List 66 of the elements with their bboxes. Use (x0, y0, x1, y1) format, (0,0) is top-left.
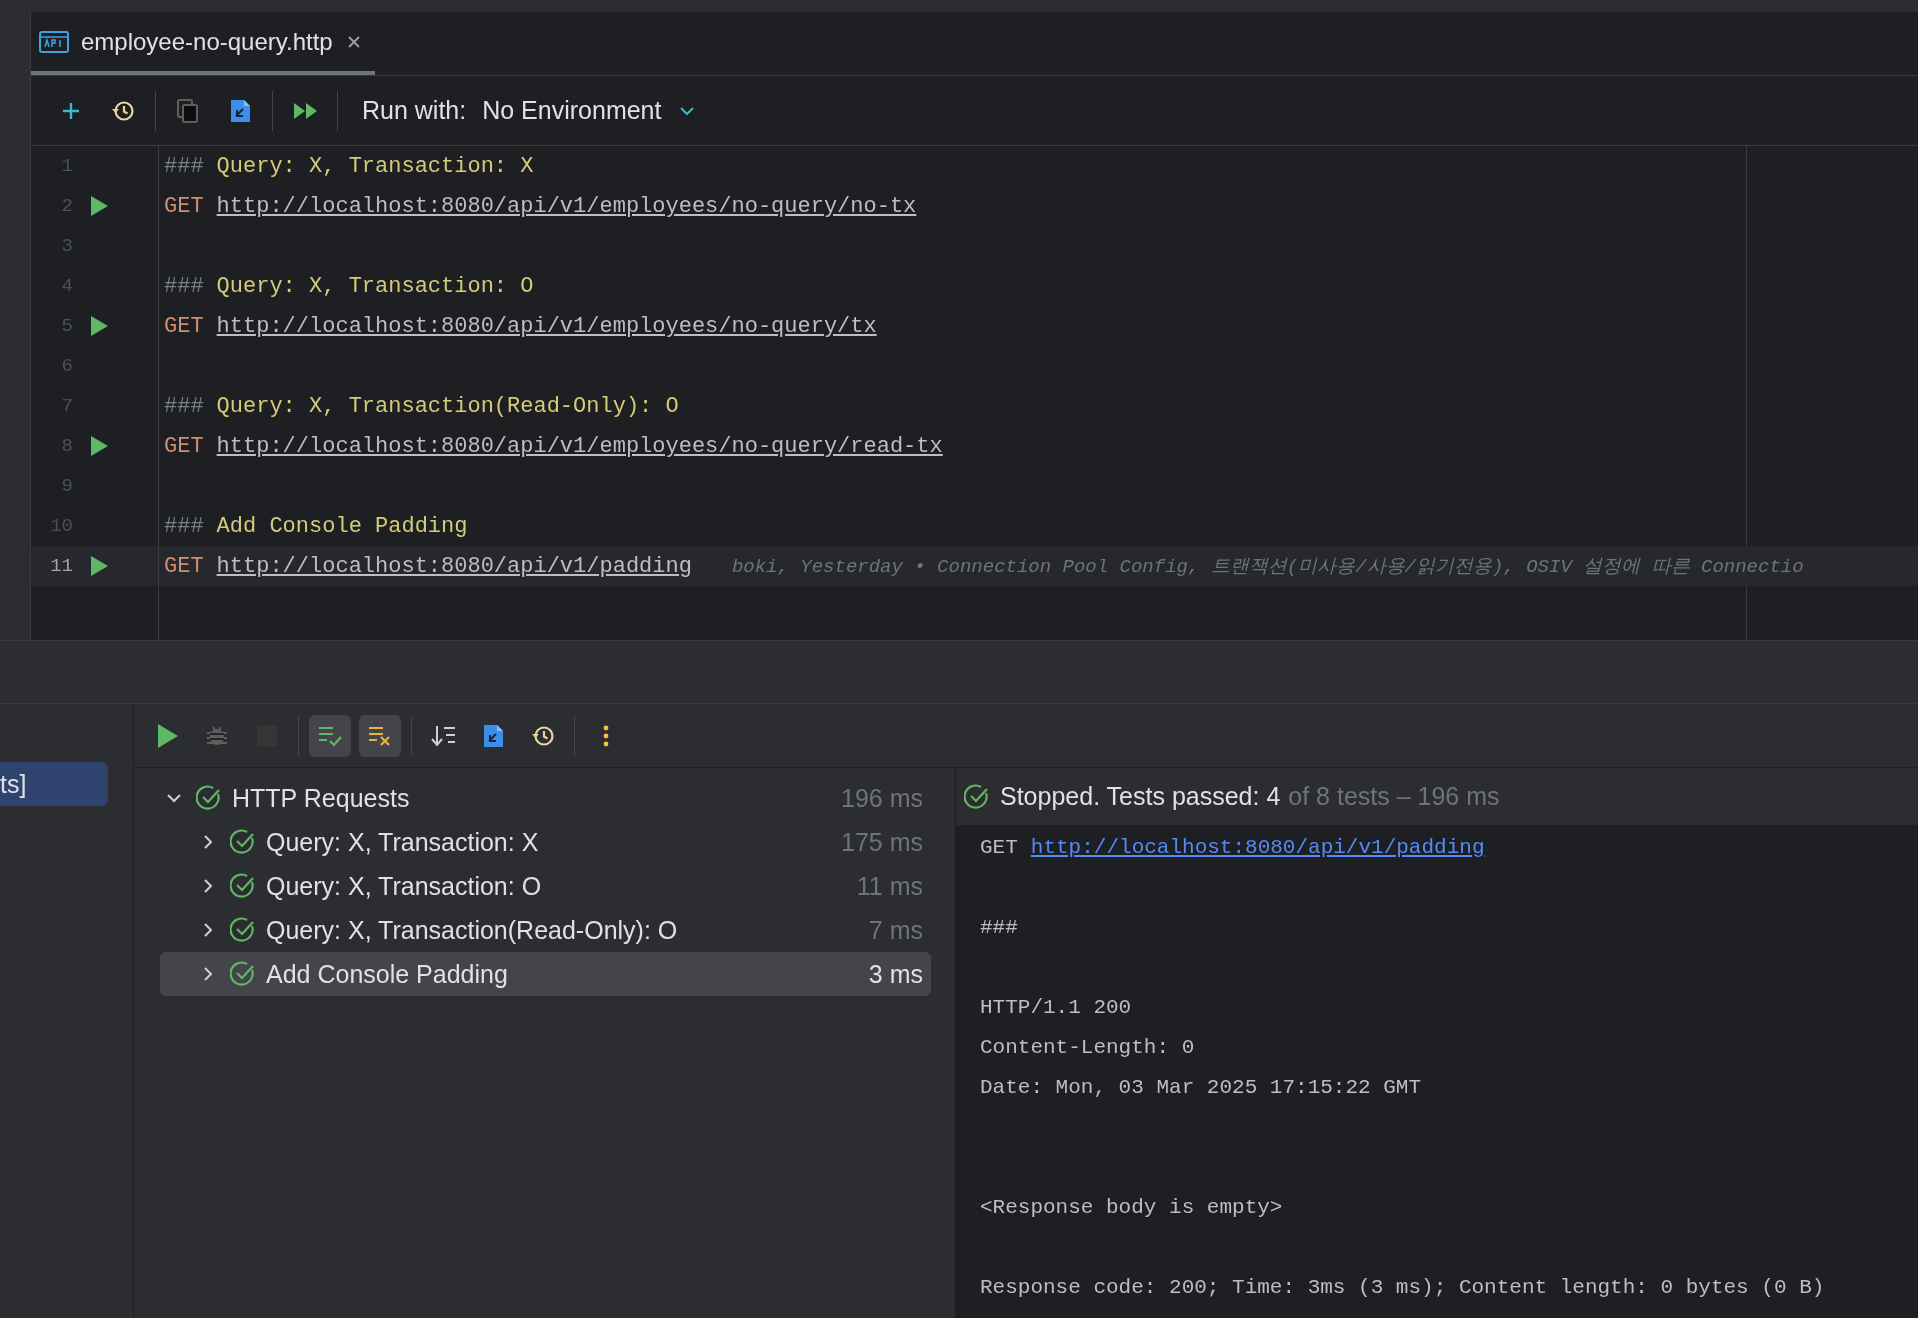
file-export-icon (228, 97, 252, 124)
request-url[interactable]: http://localhost:8080/api/v1/employees/no-query/read-tx (216, 433, 943, 459)
check-icon (230, 961, 256, 987)
history-icon (111, 98, 135, 123)
check-icon (196, 785, 222, 811)
run-request-icon[interactable] (89, 435, 109, 457)
check-icon (230, 917, 256, 943)
http-file-icon (39, 30, 69, 53)
duration: 175 ms (841, 827, 924, 857)
test-row[interactable]: HTTP Requests 196 ms (160, 776, 931, 820)
history-icon (531, 723, 555, 748)
comment-marker: ### (164, 153, 204, 179)
console-line: ### (980, 915, 1018, 939)
copy-icon (176, 97, 200, 124)
line-number: 11 (49, 555, 73, 577)
console-line: Content-Length: 0 (980, 1035, 1195, 1059)
list-cross-button[interactable] (359, 714, 401, 757)
file-export-icon (481, 722, 505, 749)
sort-icon (430, 723, 456, 748)
test-summary-detail: of 8 tests – 196 ms (1288, 782, 1500, 811)
duration: 3 ms (868, 959, 924, 989)
duration: 11 ms (856, 871, 924, 901)
test-summary: Stopped. Tests passed: 4 (1000, 782, 1281, 811)
console-line: Response code: 200; Time: 3ms (3 ms); Content length: 0 bytes (0 B) (980, 1275, 1825, 1299)
console-line: Date: Mon, 03 Mar 2025 17:15:22 GMT (980, 1075, 1422, 1099)
blame-annotation: boki, Yesterday • Connection Pool Config, 트랜잭션(미사용/사용/읽기전용), OSIV 설정에 따른 Connectio (731, 555, 1804, 579)
list-check-button[interactable] (309, 714, 351, 757)
test-row[interactable]: Query: X, Transaction: O 11 ms (160, 864, 931, 908)
run-with-label: Run with: (362, 96, 467, 125)
request-url[interactable]: http://localhost:8080/api/v1/padding (216, 553, 692, 579)
file-tab[interactable]: employee-no-query.http (31, 12, 375, 75)
duration: 196 ms (841, 783, 924, 813)
http-method: GET (164, 433, 204, 459)
play-icon (156, 722, 178, 749)
request-name: Query: X, Transaction: O (216, 273, 534, 299)
chevron-down-icon (679, 105, 696, 116)
run-request-icon[interactable] (89, 195, 109, 217)
check-icon (230, 829, 256, 855)
request-url[interactable]: http://localhost:8080/api/v1/employees/no-query/tx (216, 313, 877, 339)
request-name: Query: X, Transaction(Read-Only): O (216, 393, 679, 419)
run-request-icon[interactable] (89, 315, 109, 337)
check-icon (230, 873, 256, 899)
duration: 7 ms (868, 915, 924, 945)
console-line: HTTP/1.1 200 (980, 995, 1132, 1019)
run-request-icon[interactable] (89, 555, 109, 577)
close-icon[interactable] (346, 34, 361, 49)
request-name: Query: X, Transaction: X (216, 153, 534, 179)
console-line: <Response body is empty> (980, 1195, 1283, 1219)
comment-marker: ### (164, 273, 204, 299)
http-method: GET (164, 553, 204, 579)
comment-marker: ### (164, 393, 204, 419)
more-icon (603, 724, 609, 747)
test-row[interactable]: Query: X, Transaction(Read-Only): O 7 ms (160, 908, 931, 952)
request-link[interactable]: http://localhost:8080/api/v1/padding (1030, 835, 1485, 859)
test-row[interactable]: Add Console Padding 3 ms (160, 952, 931, 996)
environment-dropdown[interactable]: No Environment (474, 96, 704, 125)
request-url[interactable]: http://localhost:8080/api/v1/employees/no-query/no-tx (216, 193, 917, 219)
test-row[interactable]: Query: X, Transaction: X 175 ms (160, 820, 931, 864)
comment-marker: ### (164, 513, 204, 539)
request-name: Add Console Padding (216, 513, 468, 539)
tab-title: employee-no-query.http (81, 27, 333, 56)
http-method: GET (164, 313, 204, 339)
http-method: GET (980, 835, 1018, 859)
side-item[interactable]: ts] (0, 762, 108, 806)
http-method: GET (164, 193, 204, 219)
check-icon (964, 783, 990, 810)
